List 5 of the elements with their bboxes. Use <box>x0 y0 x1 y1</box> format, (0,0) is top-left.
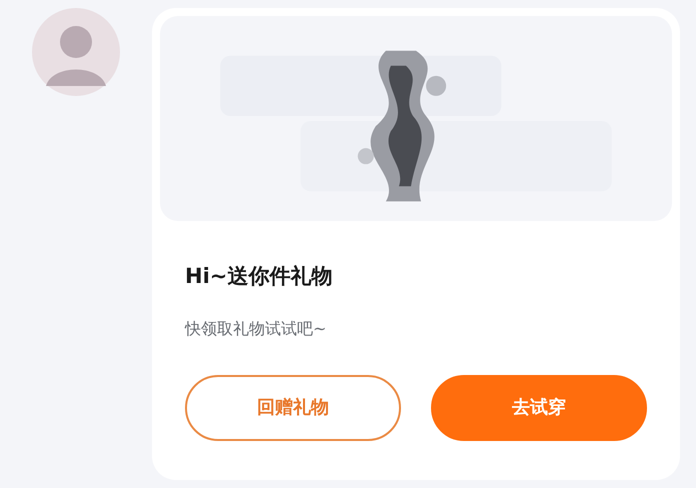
gift-subtitle: 快领取礼物试试吧~ <box>185 318 328 340</box>
avatar[interactable] <box>30 6 122 98</box>
action-button[interactable]: 去试穿 <box>431 374 647 440</box>
action-button[interactable]: 回赠礼物 <box>185 374 401 440</box>
gift-title: Hi~送你件礼物 <box>185 263 334 290</box>
